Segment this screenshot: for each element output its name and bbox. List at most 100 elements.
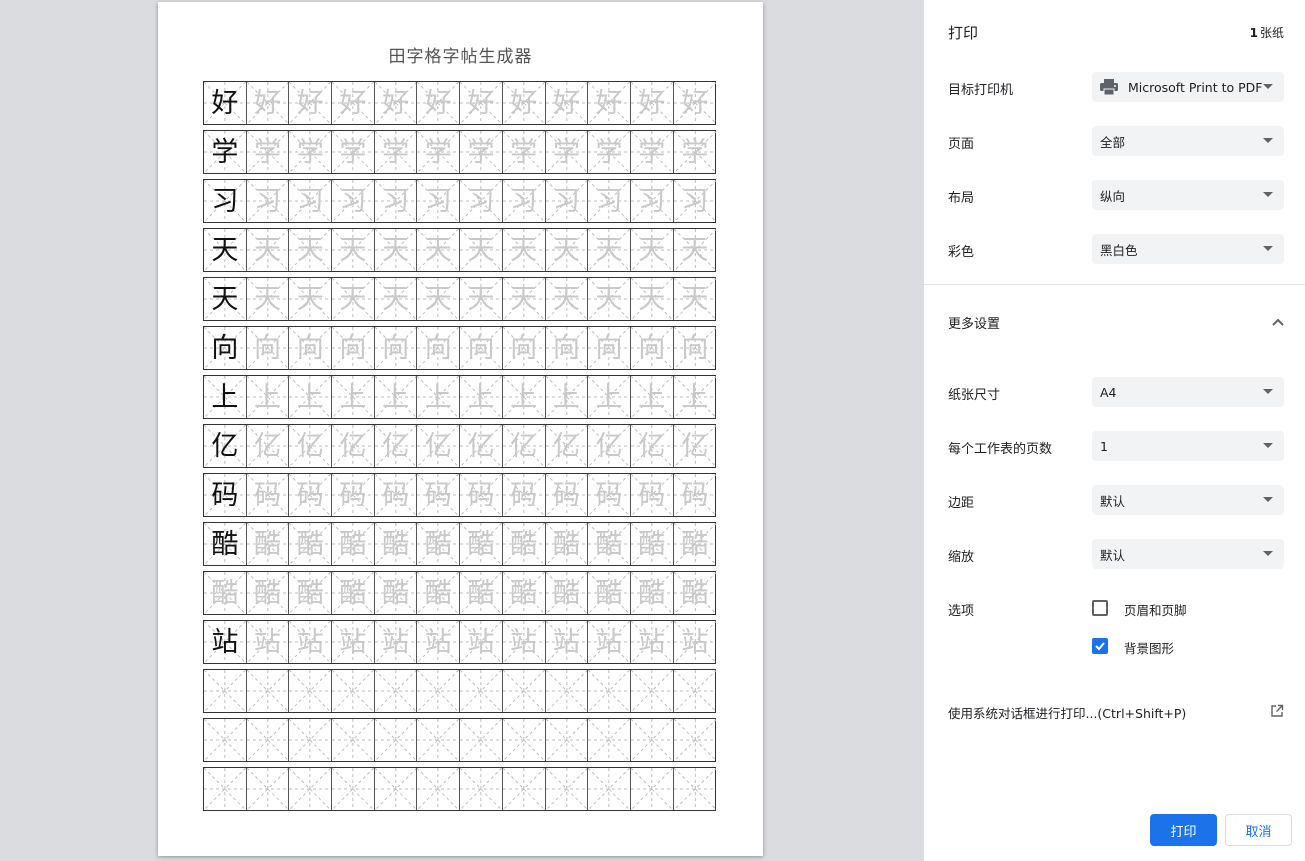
color-select[interactable]: 黑白色 <box>1092 234 1284 264</box>
cancel-button[interactable]: 取消 <box>1225 814 1292 846</box>
open-in-new-icon[interactable] <box>1270 703 1284 717</box>
grid-cell <box>247 768 290 810</box>
trace-character: 酷 <box>638 577 666 609</box>
trace-character: 好 <box>595 87 623 119</box>
layout-label: 布局 <box>948 191 975 206</box>
color-label: 彩色 <box>948 245 975 260</box>
trace-character: 酷 <box>681 528 709 560</box>
trace-character: 天 <box>467 234 495 266</box>
grid-cell <box>674 719 717 761</box>
chevron-up-icon[interactable] <box>1271 314 1285 328</box>
sheet-count-number: 1 <box>1249 26 1258 40</box>
grid-row: 上上上上上上上上上上上上 <box>203 375 716 419</box>
trace-character: 学 <box>510 136 538 168</box>
trace-character: 码 <box>339 479 367 511</box>
grid-cell: 学 <box>588 131 631 173</box>
grid-cell: 酷 <box>588 523 631 565</box>
trace-character: 酷 <box>296 577 324 609</box>
sheet-count: 1 张纸 <box>1250 24 1284 41</box>
trace-character: 学 <box>339 136 367 168</box>
grid-cell: 向 <box>546 327 589 369</box>
trace-character: 站 <box>339 626 367 658</box>
trace-character: 站 <box>552 626 580 658</box>
trace-character: 亿 <box>552 430 580 462</box>
grid-cell: 习 <box>332 180 375 222</box>
scale-select[interactable]: 默认 <box>1092 539 1284 569</box>
trace-character: 上 <box>595 381 623 413</box>
grid-cell: 天 <box>332 278 375 320</box>
trace-character: 天 <box>254 234 282 266</box>
trace-character: 天 <box>552 283 580 315</box>
grid-cell: 天 <box>631 229 674 271</box>
grid-cell: 站 <box>546 621 589 663</box>
chevron-down-icon <box>1263 551 1273 556</box>
grid-cell: 站 <box>289 621 333 663</box>
headers-footers-checkbox[interactable] <box>1092 600 1108 616</box>
grid-cell: 天 <box>588 229 631 271</box>
trace-character: 上 <box>681 381 709 413</box>
scale-value: 默认 <box>1100 547 1126 563</box>
trace-character: 亿 <box>681 430 709 462</box>
grid-cell <box>503 670 546 712</box>
margins-select[interactable]: 默认 <box>1092 485 1284 515</box>
paper-size-select[interactable]: A4 <box>1092 377 1284 407</box>
trace-character: 酷 <box>510 528 538 560</box>
grid-cell: 酷 <box>588 572 631 614</box>
trace-character: 习 <box>510 185 538 217</box>
grid-cell: 上 <box>289 376 333 418</box>
grid-cell <box>289 719 333 761</box>
grid-cell: 学 <box>503 131 546 173</box>
trace-character: 习 <box>638 185 666 217</box>
grid-cell: 站 <box>631 621 674 663</box>
grid-cell: 站 <box>417 621 461 663</box>
paper-size-label: 纸张尺寸 <box>948 388 1001 403</box>
grid-cell: 学 <box>546 131 589 173</box>
grid-cell: 上 <box>503 376 546 418</box>
pages-per-sheet-select[interactable]: 1 <box>1092 431 1284 461</box>
layout-select[interactable]: 纵向 <box>1092 180 1284 210</box>
grid-cell: 向 <box>460 327 503 369</box>
grid-cell: 酷 <box>631 572 674 614</box>
model-character: 学 <box>211 136 239 168</box>
model-character: 站 <box>211 626 239 658</box>
trace-character: 酷 <box>296 528 324 560</box>
grid-cell: 酷 <box>417 572 461 614</box>
grid-cell: 酷 <box>289 572 333 614</box>
trace-character: 天 <box>339 234 367 266</box>
scale-label: 缩放 <box>948 550 975 565</box>
trace-character: 站 <box>382 626 410 658</box>
grid-cell <box>631 768 674 810</box>
trace-character: 向 <box>467 332 495 364</box>
grid-cell <box>289 768 333 810</box>
print-button[interactable]: 打印 <box>1150 814 1217 846</box>
grid-cell: 天 <box>460 278 503 320</box>
trace-character: 码 <box>382 479 410 511</box>
headers-footers-label[interactable]: 页眉和页脚 <box>1124 600 1187 619</box>
grid-cell: 天 <box>375 278 418 320</box>
grid-cell: 码 <box>417 474 461 516</box>
trace-character: 亿 <box>339 430 367 462</box>
background-graphics-checkbox[interactable] <box>1092 638 1108 654</box>
grid-row <box>203 669 716 713</box>
trace-character: 站 <box>595 626 623 658</box>
trace-character: 天 <box>595 283 623 315</box>
grid-cell <box>375 719 418 761</box>
grid-cell: 习 <box>588 180 631 222</box>
grid-cell: 天 <box>247 229 290 271</box>
grid-cell <box>375 670 418 712</box>
trace-character: 酷 <box>467 528 495 560</box>
grid-cell: 天 <box>503 229 546 271</box>
background-graphics-label[interactable]: 背景图形 <box>1124 638 1174 657</box>
pages-select[interactable]: 全部 <box>1092 126 1284 156</box>
grid-cell <box>546 719 589 761</box>
grid-cell: 好 <box>588 82 631 124</box>
grid-cell: 好 <box>460 82 503 124</box>
grid-cell: 亿 <box>289 425 333 467</box>
trace-character: 上 <box>254 381 282 413</box>
grid-cell: 习 <box>503 180 546 222</box>
more-settings-toggle[interactable]: 更多设置 <box>948 313 1000 332</box>
grid-cell <box>289 670 333 712</box>
destination-select[interactable]: Microsoft Print to PDF <box>1092 72 1284 102</box>
system-dialog-link[interactable]: 使用系统对话框进行打印...(Ctrl+Shift+P) <box>948 703 1186 722</box>
trace-character: 码 <box>296 479 324 511</box>
